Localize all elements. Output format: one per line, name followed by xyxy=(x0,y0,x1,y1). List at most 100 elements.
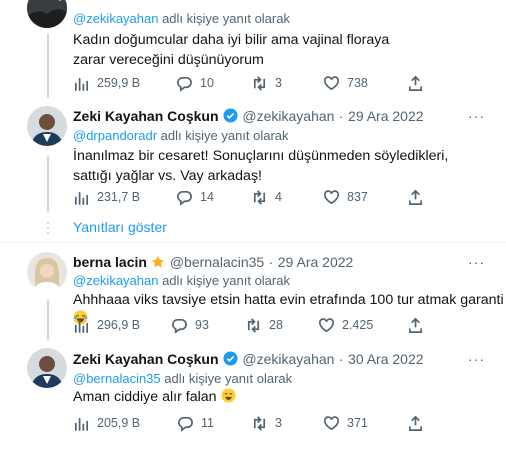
show-replies-link[interactable]: Yanıtları göster xyxy=(73,219,167,235)
share-button[interactable] xyxy=(407,414,424,432)
mention-link[interactable]: @zekikayahan xyxy=(73,273,158,288)
tweet-text: İnanılmaz bir cesaret! Sonuçlarını düşün… xyxy=(73,148,449,184)
retweet-icon xyxy=(253,75,266,91)
reply-button[interactable]: 10 xyxy=(176,74,214,92)
retweet-count: 28 xyxy=(269,318,283,332)
analytics-icon xyxy=(74,319,89,333)
star-emoji-icon xyxy=(151,254,165,271)
more-options-icon[interactable]: ··· xyxy=(468,351,485,367)
reply-button[interactable]: 11 xyxy=(177,414,214,432)
heart-icon xyxy=(324,415,339,430)
avatar[interactable] xyxy=(27,0,67,28)
reply-icon xyxy=(172,318,187,334)
views-button[interactable]: 231,7 B xyxy=(73,188,140,206)
reply-context: @drpandoradr adlı kişiye yanıt olarak xyxy=(73,128,289,143)
tweet-actions: 205,9 B 11 3 371 xyxy=(73,414,433,432)
reply-count: 14 xyxy=(200,190,214,204)
views-count: 259,9 B xyxy=(97,76,141,90)
tweet-header: berna lacin @bernalacin35 · 29 Ara 2022 xyxy=(73,254,353,272)
reply-context: @zekikayahan adlı kişiye yanıt olarak xyxy=(73,273,290,288)
tweet-actions: 231,7 B 14 4 837 xyxy=(73,188,433,206)
mention-link[interactable]: @zekikayahan xyxy=(73,11,158,26)
analytics-icon xyxy=(74,417,89,431)
tweet-text-row: Aman ciddiye alır falan xyxy=(73,387,236,407)
like-count: 738 xyxy=(347,76,368,90)
timestamp[interactable]: 29 Ara 2022 xyxy=(278,254,354,270)
tweet-text: Ahhhaaa viks tavsiye etsin hatta evin et… xyxy=(73,292,504,308)
like-button[interactable]: 837 xyxy=(323,188,368,206)
display-name[interactable]: Zeki Kayahan Coşkun xyxy=(73,108,219,124)
views-count: 205,9 B xyxy=(97,416,141,430)
views-button[interactable]: 259,9 B xyxy=(73,74,140,92)
reply-button[interactable]: 93 xyxy=(171,316,209,334)
reply-icon xyxy=(178,416,193,432)
timestamp[interactable]: 30 Ara 2022 xyxy=(348,351,424,367)
like-count: 837 xyxy=(347,190,368,204)
avatar[interactable] xyxy=(27,106,67,146)
reply-context-text: adlı kişiye yanıt olarak xyxy=(158,11,290,26)
more-options-icon[interactable]: ··· xyxy=(468,254,485,270)
handle[interactable]: @zekikayahan xyxy=(242,351,334,367)
share-button[interactable] xyxy=(407,74,424,92)
retweet-count: 3 xyxy=(275,416,282,430)
reply-context-text: adlı kişiye yanıt olarak xyxy=(160,371,293,386)
retweet-count: 4 xyxy=(275,190,282,204)
tweet-actions: 259,9 B 10 3 738 xyxy=(73,74,433,92)
views-count: 296,9 B xyxy=(97,318,141,332)
like-count: 2.425 xyxy=(342,318,374,332)
display-name[interactable]: Zeki Kayahan Coşkun xyxy=(73,351,219,367)
share-button[interactable] xyxy=(407,188,424,206)
verified-badge-icon xyxy=(223,351,238,368)
heart-icon xyxy=(324,75,339,90)
share-icon xyxy=(408,317,423,333)
heart-icon xyxy=(319,317,334,332)
analytics-icon xyxy=(74,77,89,91)
avatar[interactable] xyxy=(27,252,67,292)
separator-dot: · xyxy=(338,351,344,367)
display-name[interactable]: berna lacin xyxy=(73,254,147,270)
mention-link[interactable]: @drpandoradr xyxy=(73,128,157,143)
share-icon xyxy=(408,189,423,205)
avatar[interactable] xyxy=(27,348,67,388)
retweet-button[interactable]: 28 xyxy=(245,316,283,334)
retweet-icon xyxy=(253,415,266,431)
share-button[interactable] xyxy=(407,316,424,334)
retweet-button[interactable]: 4 xyxy=(251,188,282,206)
reply-icon xyxy=(177,190,192,206)
analytics-icon xyxy=(74,191,89,205)
like-count: 371 xyxy=(347,416,368,430)
retweet-count: 3 xyxy=(275,76,282,90)
separator-dot: · xyxy=(338,108,344,124)
thread-line xyxy=(47,156,49,212)
tweet-header: Zeki Kayahan Coşkun @zekikayahan · 30 Ar… xyxy=(73,351,424,369)
retweet-button[interactable]: 3 xyxy=(251,74,282,92)
smiling-emoji-icon xyxy=(221,388,236,405)
tweet-text: Kadın doğumcular daha iyi bilir ama vaji… xyxy=(73,32,390,68)
like-button[interactable]: 371 xyxy=(323,414,368,432)
timestamp[interactable]: 29 Ara 2022 xyxy=(348,108,424,124)
reply-count: 11 xyxy=(201,416,214,430)
like-button[interactable]: 2.425 xyxy=(318,316,373,334)
reply-context: @bernalacin35 adlı kişiye yanıt olarak xyxy=(73,371,292,386)
thread-dots xyxy=(47,222,49,224)
mention-link[interactable]: @bernalacin35 xyxy=(73,371,161,386)
reply-context-text: adlı kişiye yanıt olarak xyxy=(157,128,289,143)
retweet-icon xyxy=(247,317,260,333)
reply-button[interactable]: 14 xyxy=(176,188,214,206)
verified-badge-icon xyxy=(223,108,238,125)
views-count: 231,7 B xyxy=(97,190,141,204)
retweet-button[interactable]: 3 xyxy=(251,414,282,432)
views-button[interactable]: 296,9 B xyxy=(73,316,140,334)
like-button[interactable]: 738 xyxy=(323,74,368,92)
more-options-icon[interactable]: ··· xyxy=(468,108,485,124)
share-icon xyxy=(408,75,423,91)
share-icon xyxy=(408,415,423,431)
reply-count: 10 xyxy=(200,76,214,90)
separator-dot: · xyxy=(268,254,274,270)
retweet-icon xyxy=(253,189,266,205)
handle[interactable]: @bernalacin35 xyxy=(170,254,264,270)
views-button[interactable]: 205,9 B xyxy=(73,414,140,432)
tweet-actions: 296,9 B 93 28 2.425 xyxy=(73,316,433,334)
reply-context-text: adlı kişiye yanıt olarak xyxy=(158,273,290,288)
handle[interactable]: @zekikayahan xyxy=(242,108,334,124)
